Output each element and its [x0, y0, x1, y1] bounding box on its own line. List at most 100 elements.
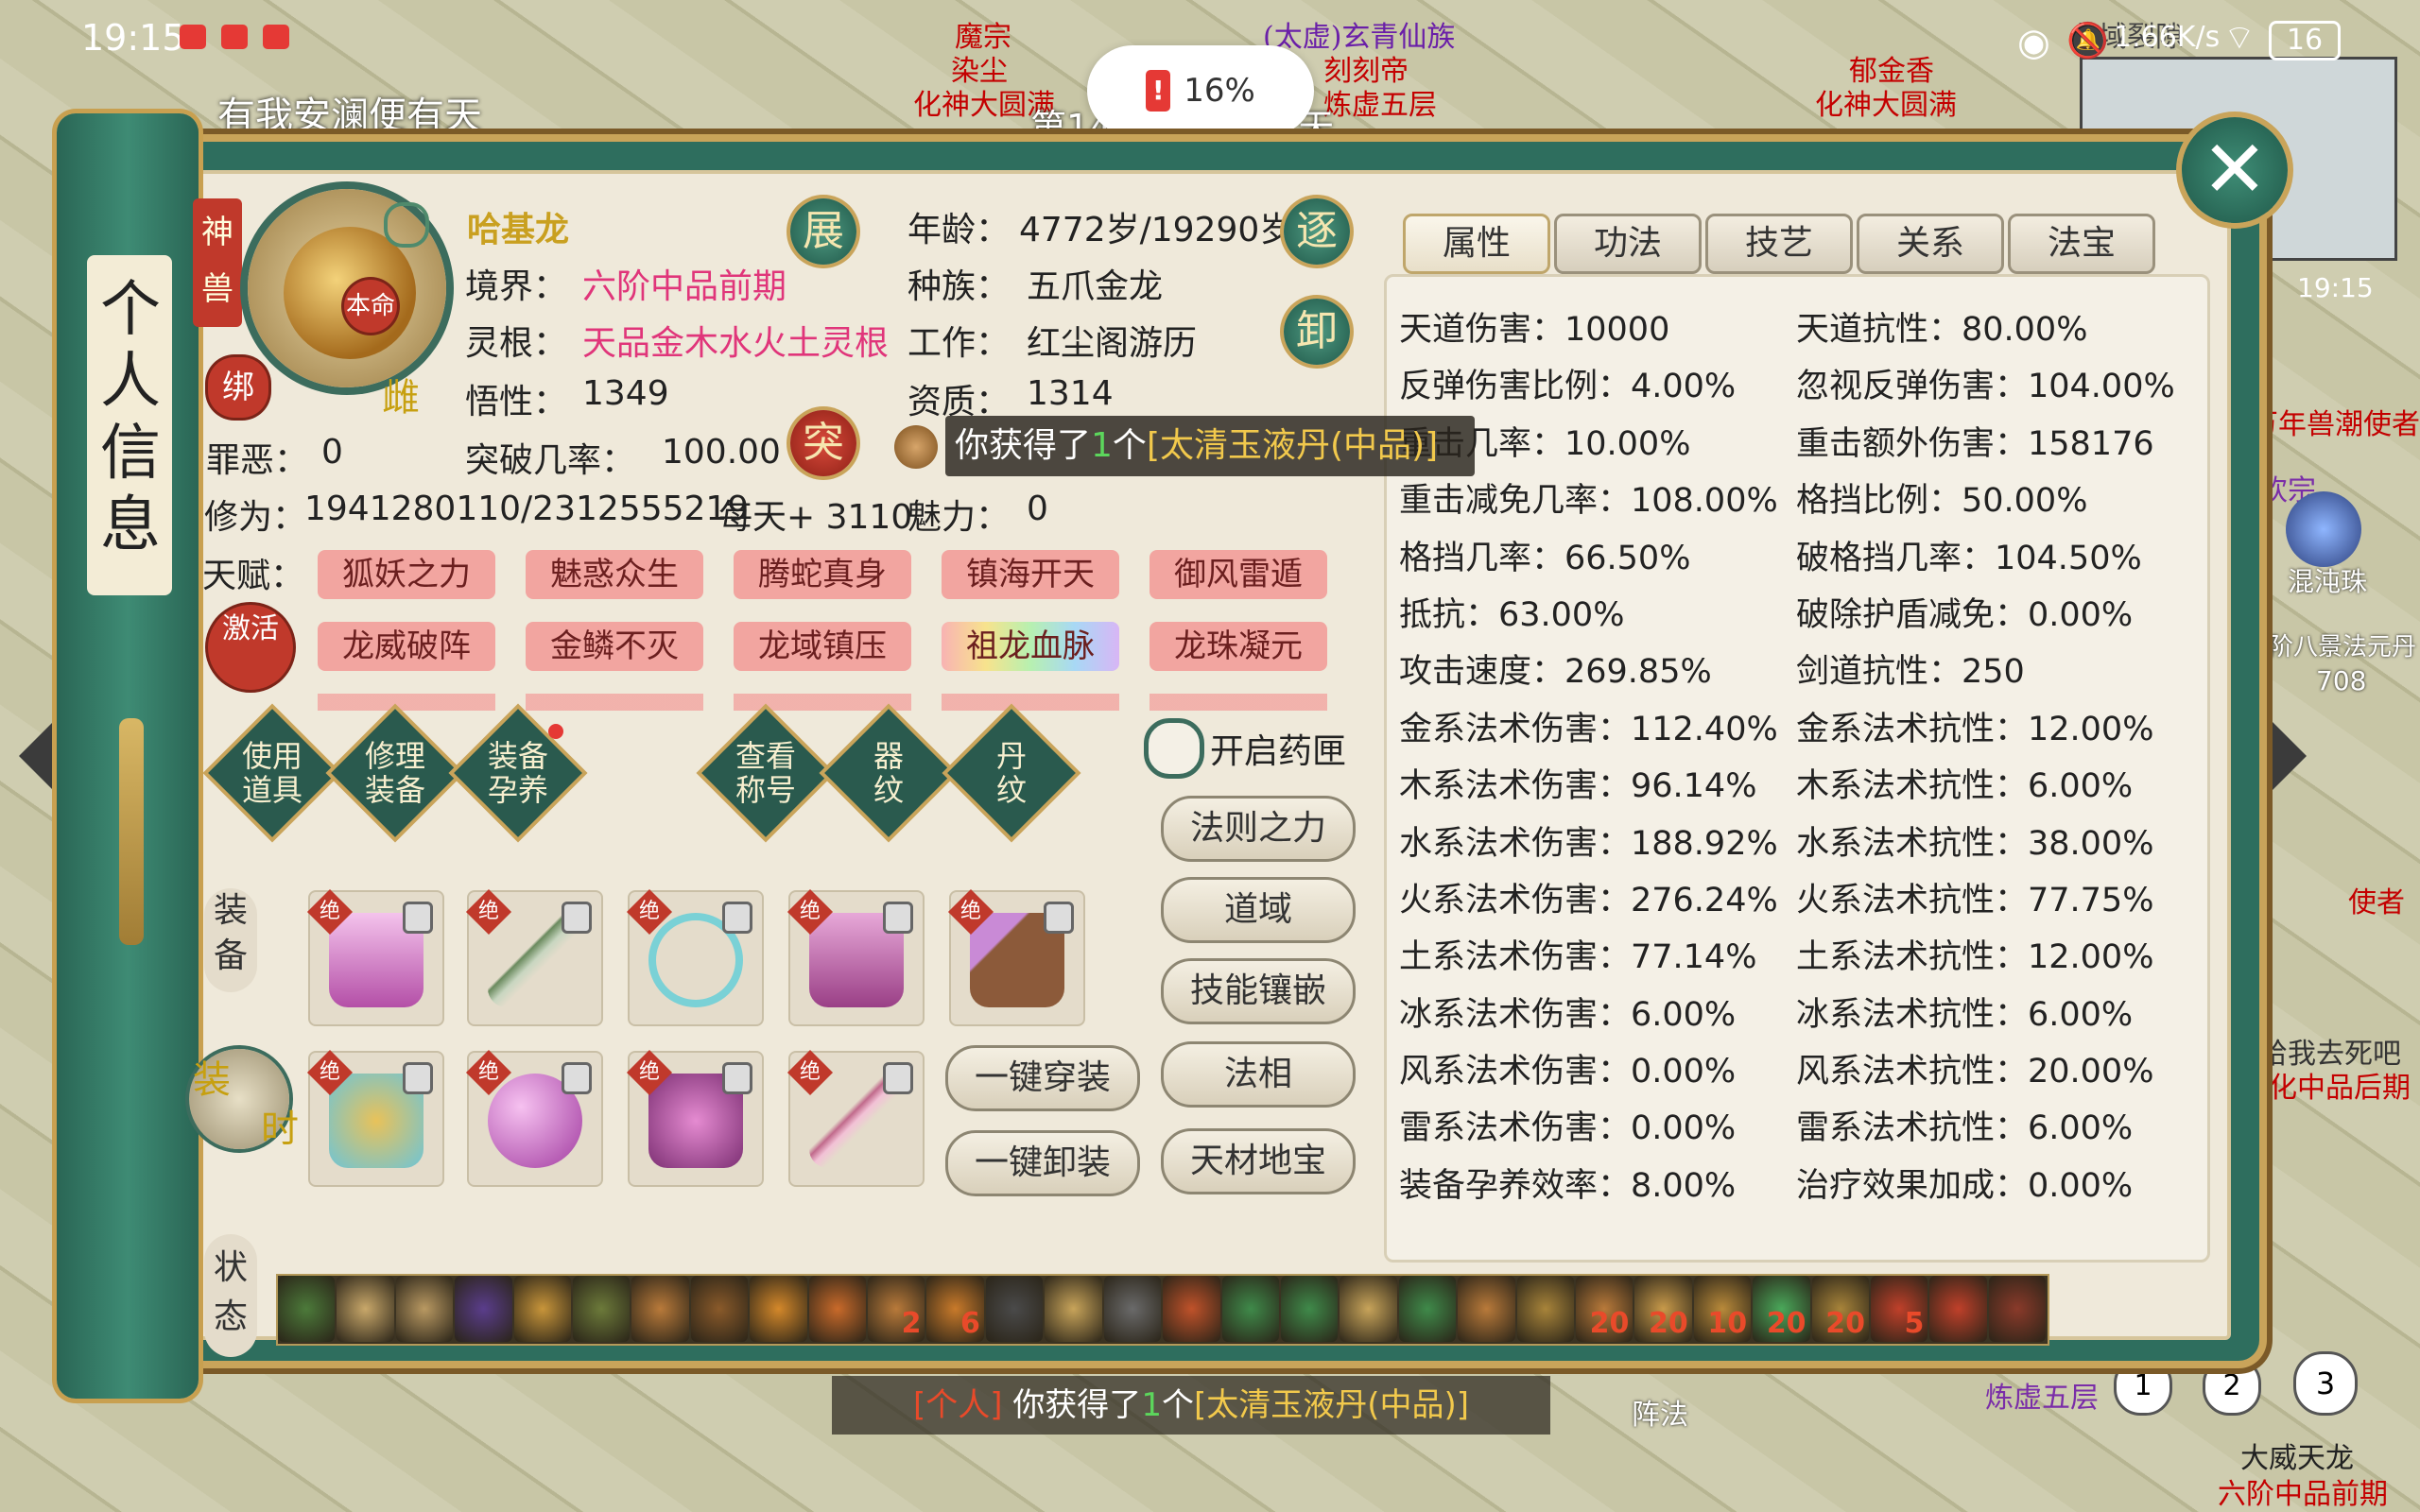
- buff-icon[interactable]: 6: [926, 1276, 984, 1342]
- stat-row: 金系法术抗性：12.00%: [1796, 710, 2154, 748]
- stat-row: 反弹伤害比例：4.00%: [1399, 368, 1737, 406]
- cultivation-value: 1941280110/2312555219: [304, 490, 750, 528]
- unload-button[interactable]: 卸: [1284, 299, 1350, 365]
- buff-icon[interactable]: [808, 1276, 867, 1342]
- buff-icon[interactable]: [1398, 1276, 1457, 1342]
- buff-icon[interactable]: 20: [1634, 1276, 1692, 1342]
- insight-value: 1349: [582, 374, 669, 413]
- realm-value: 六阶中品前期: [582, 267, 787, 306]
- network-speed: 1.66K/s: [2114, 21, 2221, 54]
- buff-icon[interactable]: [455, 1276, 512, 1342]
- buff-icon[interactable]: 2: [868, 1276, 925, 1342]
- talent-chip[interactable]: 镇海开天: [942, 550, 1119, 599]
- bind-button[interactable]: 绑: [208, 357, 268, 418]
- page-2-button[interactable]: 2: [2203, 1357, 2261, 1416]
- breakthrough-button[interactable]: 突: [790, 410, 856, 476]
- buff-icon[interactable]: [1988, 1276, 2047, 1342]
- stat-row: 格挡比例：50.00%: [1796, 482, 2088, 521]
- buff-icon[interactable]: [573, 1276, 631, 1342]
- treasure-button[interactable]: 天材地宝: [1161, 1128, 1356, 1194]
- buff-icon[interactable]: 20: [1753, 1276, 1810, 1342]
- chaos-orb-icon[interactable]: [2286, 491, 2361, 567]
- formation-label[interactable]: 阵法: [1632, 1391, 1688, 1433]
- equip-slot-crown[interactable]: 绝: [306, 1049, 444, 1187]
- buff-icon[interactable]: [337, 1276, 394, 1342]
- lock-icon: [722, 902, 752, 934]
- talent-chip[interactable]: 狐妖之力: [318, 550, 495, 599]
- equip-slot-robe[interactable]: 绝: [306, 888, 444, 1026]
- equip-slot-necklace[interactable]: 绝: [626, 888, 764, 1026]
- talent-chip[interactable]: 龙威破阵: [318, 622, 495, 671]
- equip-slot-hammer[interactable]: 绝: [947, 888, 1085, 1026]
- buff-icon[interactable]: [278, 1276, 336, 1342]
- buff-icon[interactable]: [750, 1276, 807, 1342]
- tab-skills[interactable]: 技艺: [1705, 214, 1853, 274]
- buff-icon[interactable]: 5: [1870, 1276, 1928, 1342]
- page-3-button[interactable]: 3: [2293, 1351, 2358, 1416]
- talent-chip[interactable]: 魅惑众生: [526, 550, 703, 599]
- chat-channel: [个人]: [912, 1386, 1003, 1424]
- root-label: 灵根：: [465, 324, 568, 363]
- equip-slot-orb[interactable]: 绝: [465, 1049, 603, 1187]
- buff-icon[interactable]: [1458, 1276, 1515, 1342]
- dharma-form-button[interactable]: 法相: [1161, 1041, 1356, 1108]
- equip-slot-boots[interactable]: 绝: [786, 888, 925, 1026]
- buff-count: 20: [1766, 1307, 1806, 1340]
- buff-icon[interactable]: [690, 1276, 749, 1342]
- stat-row: 水系法术伤害：188.92%: [1399, 824, 1778, 863]
- bg-right-name-3: 混沌珠: [2288, 566, 2368, 597]
- skill-inlay-button[interactable]: 技能镶嵌: [1161, 958, 1356, 1024]
- stat-row: 冰系法术伤害：6.00%: [1399, 995, 1737, 1034]
- buff-icon[interactable]: [631, 1276, 689, 1342]
- equip-all-button[interactable]: 一键穿装: [945, 1045, 1140, 1111]
- buff-icon[interactable]: [513, 1276, 572, 1342]
- lock-icon: [883, 902, 913, 934]
- lock-icon: [883, 1062, 913, 1094]
- tab-treasures[interactable]: 法宝: [2008, 214, 2155, 274]
- activate-button[interactable]: 激活: [208, 605, 293, 690]
- equip-slot-sword[interactable]: 绝: [465, 888, 603, 1026]
- talent-chip[interactable]: 祖龙血脉: [942, 622, 1119, 671]
- buff-count: 10: [1707, 1307, 1748, 1340]
- tab-techniques[interactable]: 功法: [1554, 214, 1702, 274]
- age-value: 4772岁/19290岁: [1019, 211, 1284, 249]
- notification-icon: [221, 25, 248, 49]
- buff-icon[interactable]: [1516, 1276, 1574, 1342]
- buff-icon[interactable]: 10: [1693, 1276, 1752, 1342]
- page-1-button[interactable]: 1: [2114, 1357, 2172, 1416]
- buff-icon[interactable]: [1163, 1276, 1220, 1342]
- expand-button[interactable]: 展: [790, 198, 856, 265]
- pill-box-checkbox[interactable]: [1144, 718, 1204, 779]
- talent-chip[interactable]: 御风雷遁: [1150, 550, 1327, 599]
- buff-icon[interactable]: [1340, 1276, 1397, 1342]
- buff-icon[interactable]: [985, 1276, 1044, 1342]
- talent-chip[interactable]: 龙珠凝元: [1150, 622, 1327, 671]
- stat-row: 剑道抗性：250: [1796, 653, 2025, 692]
- buff-icon[interactable]: [1045, 1276, 1102, 1342]
- lock-icon: [1044, 902, 1074, 934]
- stat-row: 土系法术抗性：12.00%: [1796, 938, 2154, 977]
- buff-icon[interactable]: [1221, 1276, 1279, 1342]
- stat-row: 雷系法术伤害：0.00%: [1399, 1109, 1737, 1148]
- buff-icon[interactable]: [1103, 1276, 1162, 1342]
- lock-icon: [562, 1062, 592, 1094]
- talent-chip[interactable]: 龙域镇压: [734, 622, 911, 671]
- equip-slot-dagger[interactable]: 绝: [786, 1049, 925, 1187]
- talent-chip[interactable]: 腾蛇真身: [734, 550, 911, 599]
- buff-count: 20: [1589, 1307, 1630, 1340]
- buff-icon[interactable]: [395, 1276, 454, 1342]
- tab-attributes[interactable]: 属性: [1403, 214, 1550, 274]
- buff-icon[interactable]: [1929, 1276, 1987, 1342]
- evict-button[interactable]: 逐: [1284, 198, 1350, 265]
- buff-icon[interactable]: [1280, 1276, 1339, 1342]
- close-button[interactable]: ✕: [2182, 117, 2288, 223]
- dao-domain-button[interactable]: 道域: [1161, 877, 1356, 943]
- tab-relations[interactable]: 关系: [1857, 214, 2004, 274]
- equip-slot-stone[interactable]: 绝: [626, 1049, 764, 1187]
- buff-icon[interactable]: 20: [1575, 1276, 1634, 1342]
- law-power-button[interactable]: 法则之力: [1161, 796, 1356, 862]
- buff-icon[interactable]: 20: [1811, 1276, 1869, 1342]
- bg-right-name-4: 阶八景法元丹: [2269, 633, 2417, 662]
- talent-chip[interactable]: 金鳞不灭: [526, 622, 703, 671]
- unequip-all-button[interactable]: 一键卸装: [945, 1130, 1140, 1196]
